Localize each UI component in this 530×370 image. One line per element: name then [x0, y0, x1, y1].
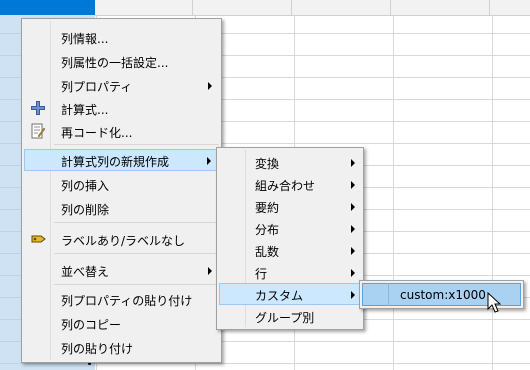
menu-item-label: 行	[255, 267, 268, 281]
submenu-arrow-icon	[208, 82, 212, 90]
menu-item-column-info[interactable]: 列情報...	[24, 26, 219, 48]
recode-icon	[31, 123, 46, 139]
menu-item-label: 並べ替え	[61, 265, 110, 279]
submenu-item-group-by[interactable]: グループ別	[219, 305, 361, 327]
menu-separator	[54, 284, 219, 285]
submenu-arrow-icon	[351, 269, 355, 277]
mouse-pointer-icon	[487, 292, 501, 313]
menu-item-label: グループ別	[255, 311, 315, 325]
submenu-item-row[interactable]: 行	[219, 261, 361, 283]
menu-separator	[54, 222, 219, 223]
submenu-arrow-icon	[351, 159, 355, 167]
new-formula-column-submenu: 変換 組み合わせ 要約 分布 乱数 行 カスタム グループ別	[216, 147, 364, 330]
submenu-item-custom[interactable]: カスタム	[219, 283, 361, 305]
menu-item-bulk-column-attributes[interactable]: 列属性の一括設定...	[24, 50, 219, 72]
menu-item-label: 再コード化...	[61, 126, 133, 140]
menu-item-label: 列の削除	[61, 203, 110, 217]
column-header-row[interactable]	[95, 0, 530, 16]
menu-item-label: ラベルあり/ラベルなし	[61, 234, 186, 248]
menu-item-label: 乱数	[255, 245, 280, 259]
menu-item-formula[interactable]: 計算式...	[24, 97, 219, 119]
menu-item-label: 列の貼り付け	[61, 342, 134, 356]
label-tag-icon	[31, 235, 46, 243]
menu-item-paste-column-properties[interactable]: 列プロパティの貼り付け	[24, 288, 219, 310]
submenu-arrow-icon	[351, 181, 355, 189]
menu-item-recode[interactable]: 再コード化...	[24, 120, 219, 142]
menu-item-label: 組み合わせ	[255, 179, 316, 193]
submenu-item-distribution[interactable]: 分布	[219, 217, 361, 239]
column-context-menu: 列情報... 列属性の一括設定... 列プロパティ 計算式... 再コード化..…	[21, 18, 222, 363]
menu-separator	[54, 144, 219, 145]
submenu-arrow-icon	[351, 291, 355, 299]
menu-item-label: 列の挿入	[61, 179, 110, 193]
menu-item-new-formula-column[interactable]: 計算式列の新規作成	[24, 149, 219, 171]
menu-item-label: 列プロパティ	[61, 80, 133, 94]
submenu-arrow-icon	[351, 225, 355, 233]
submenu-arrow-icon	[351, 247, 355, 255]
menu-item-label: 計算式...	[61, 103, 109, 117]
menu-separator	[54, 253, 219, 254]
submenu-item-transform[interactable]: 変換	[219, 151, 361, 173]
menu-item-label: 列属性の一括設定...	[61, 56, 169, 70]
submenu-item-random[interactable]: 乱数	[219, 239, 361, 261]
plus-icon	[31, 101, 45, 115]
submenu-item-summary[interactable]: 要約	[219, 195, 361, 217]
menu-item-label: 列プロパティの貼り付け	[61, 294, 193, 308]
menu-item-insert-columns[interactable]: 列の挿入	[24, 173, 219, 195]
menu-item-label: custom:x1000	[400, 288, 486, 302]
submenu-arrow-icon	[207, 157, 211, 165]
menu-item-column-properties[interactable]: 列プロパティ	[24, 74, 219, 96]
menu-item-label: カスタム	[255, 289, 304, 303]
menu-item-delete-columns[interactable]: 列の削除	[24, 197, 219, 219]
menu-item-sort[interactable]: 並べ替え	[24, 259, 219, 281]
submenu-arrow-icon	[208, 267, 212, 275]
menu-item-label: 分布	[255, 223, 280, 237]
menu-item-label: 変換	[255, 157, 280, 171]
menu-item-copy-columns[interactable]: 列のコピー	[24, 312, 219, 334]
menu-item-label: 計算式列の新規作成	[61, 155, 170, 169]
submenu-item-combine[interactable]: 組み合わせ	[219, 173, 361, 195]
menu-item-paste-columns[interactable]: 列の貼り付け	[24, 336, 219, 358]
menu-item-label: 列のコピー	[61, 318, 122, 332]
menu-item-toggle-labels[interactable]: ラベルあり/ラベルなし	[24, 228, 219, 250]
submenu-arrow-icon	[351, 203, 355, 211]
menu-item-label: 列情報...	[61, 32, 109, 46]
menu-icon-gutter	[388, 283, 389, 306]
menu-item-label: 要約	[255, 201, 280, 215]
selected-column-header[interactable]	[0, 0, 95, 15]
